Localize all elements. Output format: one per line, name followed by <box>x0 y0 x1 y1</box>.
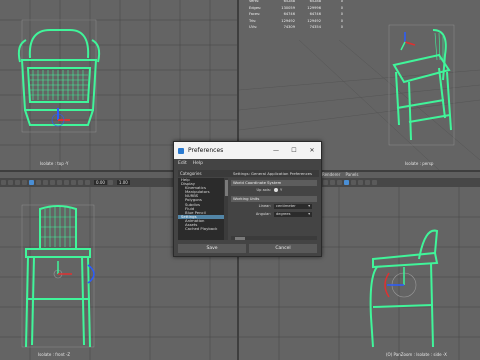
grid-icon[interactable] <box>8 180 13 185</box>
linear-value: centimeter <box>276 203 296 208</box>
ao-icon[interactable] <box>57 180 62 185</box>
menu-help[interactable]: Help <box>193 161 203 166</box>
dialog-titlebar[interactable]: Preferences — ☐ ✕ <box>174 142 321 159</box>
viewport-toolbar-left: 0.00 1.00 <box>0 178 175 187</box>
categories-list[interactable]: Help Display Kinematics Manipulators NUR… <box>178 178 224 240</box>
gamma-field[interactable]: 1.00 <box>116 180 130 185</box>
settings-header: Settings: General Application Preference… <box>231 170 319 177</box>
category-item[interactable]: Cached Playback <box>178 227 224 231</box>
upaxis-value: Y <box>280 188 283 192</box>
app-icon <box>178 147 184 154</box>
isolate-icon[interactable] <box>344 180 349 185</box>
viewport-persp-label: Isolate : persp <box>405 161 434 166</box>
panels-menu[interactable]: Panels <box>346 172 359 177</box>
chevron-down-icon: ▾ <box>308 203 310 208</box>
angular-label: Angular: <box>255 212 271 216</box>
save-button[interactable]: Save <box>178 244 246 253</box>
angular-value: degrees <box>276 211 291 216</box>
viewport-front-label: Isolate : front -Z <box>38 352 71 357</box>
grid-icon[interactable] <box>330 180 335 185</box>
lights-icon[interactable] <box>358 180 363 185</box>
aa-icon[interactable] <box>64 180 69 185</box>
ao-icon[interactable] <box>372 180 377 185</box>
shaded-icon[interactable] <box>22 180 27 185</box>
shaded-icon[interactable] <box>337 180 342 185</box>
shadows-icon[interactable] <box>365 180 370 185</box>
camera-icon[interactable] <box>323 180 328 185</box>
categories-header: Categories <box>178 170 232 177</box>
dof-icon[interactable] <box>71 180 76 185</box>
menu-edit[interactable]: Edit <box>178 161 187 166</box>
hud-value: 74309 <box>283 25 295 29</box>
shadows-icon[interactable] <box>50 180 55 185</box>
isolate-icon[interactable] <box>29 180 34 185</box>
scroll-thumb[interactable] <box>224 180 228 196</box>
camera-icon[interactable] <box>1 180 6 185</box>
chevron-down-icon: ▾ <box>308 211 310 216</box>
exposure-field[interactable]: 0.00 <box>94 180 107 185</box>
xray-icon[interactable] <box>351 180 356 185</box>
panzoom-prefix: (O) PanZoom : <box>386 352 415 357</box>
motion-blur-icon[interactable] <box>78 180 83 185</box>
lights-icon[interactable] <box>43 180 48 185</box>
close-icon[interactable]: ✕ <box>303 147 321 154</box>
angular-row: Angular: degrees ▾ <box>231 210 317 218</box>
renderer-menu[interactable]: Renderer <box>322 172 340 177</box>
hud-value: 0 <box>340 25 343 29</box>
xray-icon[interactable] <box>36 180 41 185</box>
exposure-icon[interactable] <box>85 180 90 185</box>
maximize-icon[interactable]: ☐ <box>285 147 303 154</box>
scroll-thumb[interactable] <box>235 236 245 240</box>
poly-count-hud: Verts: 65288 65288 0 Edges: 130059 129996 0 Fa… <box>249 0 343 31</box>
upaxis-radio[interactable] <box>274 188 278 192</box>
cancel-button[interactable]: Cancel <box>249 244 317 253</box>
linear-row: Linear: centimeter ▾ <box>231 202 317 210</box>
angular-dropdown[interactable]: degrees ▾ <box>274 211 312 217</box>
linear-dropdown[interactable]: centimeter ▾ <box>274 203 312 209</box>
hud-key: UVs: <box>249 25 258 29</box>
viewport-menu-right: Renderer Panels <box>322 172 358 177</box>
viewport-side-name: Isolate : side -X <box>416 352 447 357</box>
categories-scrollbar[interactable] <box>224 178 228 240</box>
hud-value: 74354 <box>309 25 321 29</box>
upaxis-label: Up axis: <box>256 188 271 192</box>
viewport-toolbar-right <box>322 178 480 187</box>
gamma-icon[interactable] <box>107 180 113 185</box>
dialog-menubar: Edit Help <box>174 159 321 167</box>
viewport-top-label: Isolate : top -Y <box>40 161 69 166</box>
upaxis-row: Up axis: Y <box>231 186 317 194</box>
dialog-title: Preferences <box>188 147 224 154</box>
settings-panel: World Coordinate System Up axis: Y Worki… <box>231 178 317 240</box>
settings-scrollbar[interactable] <box>231 236 317 240</box>
viewport-side-label: (O) PanZoom : Isolate : side -X <box>386 352 447 357</box>
wireframe-icon[interactable] <box>15 180 20 185</box>
linear-label: Linear: <box>258 204 271 208</box>
preferences-dialog[interactable]: Preferences — ☐ ✕ Edit Help Categories H… <box>173 141 322 257</box>
minimize-icon[interactable]: — <box>267 147 285 154</box>
